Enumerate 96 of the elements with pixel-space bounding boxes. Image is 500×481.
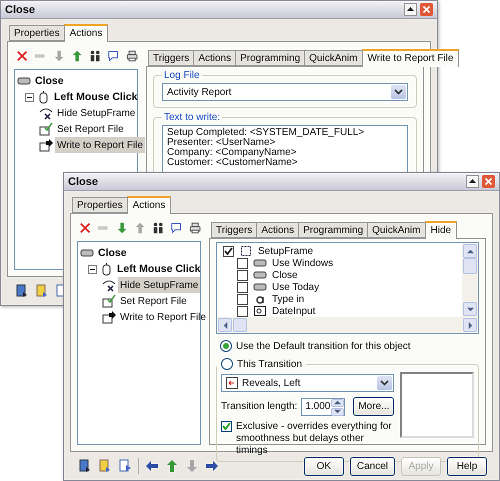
checkbox[interactable] [237,258,248,268]
checkbox[interactable] [223,246,234,256]
scrollbar-thumb[interactable] [463,258,477,274]
help-button[interactable] [466,175,479,188]
scroll-left-icon[interactable] [222,322,228,328]
tab[interactable]: Properties [9,25,65,41]
collapse-toggle[interactable] [88,264,97,274]
list-item[interactable]: DateInput [272,306,316,316]
tree-item[interactable]: Close [96,245,129,261]
radio-label[interactable]: This Transition [237,358,302,370]
vertical-scrollbar[interactable] [462,243,478,317]
tree-item[interactable]: Set Report File [55,121,126,137]
document-icon[interactable] [15,284,29,298]
dialog-button[interactable]: Help [447,456,487,476]
tree-item[interactable]: Hide SetupFrame [55,105,138,121]
checkbox[interactable] [237,282,248,292]
scroll-down-icon[interactable] [466,306,474,312]
page-arrow-icon [102,310,116,324]
tab[interactable]: Triggers [211,222,258,238]
delete-icon[interactable] [16,49,28,63]
field-label: Transition length: [221,401,298,412]
tab[interactable]: Write to Report File [362,49,460,67]
left-arrow-icon[interactable] [145,459,159,473]
list-item[interactable]: Use Today [272,282,320,292]
checkbox[interactable] [237,294,248,304]
more-button[interactable]: More... [353,397,394,416]
radio-label[interactable]: Use the Default transition for this object [236,340,411,352]
speech-bubble-icon[interactable] [170,221,183,235]
transition-icon [226,377,238,389]
tab[interactable]: QuickAnim [304,50,362,66]
document-icon[interactable] [78,459,92,473]
tab[interactable]: Actions [193,50,236,66]
help-button[interactable] [404,3,417,16]
page-arrow-icon [39,138,53,152]
input-object-icon [253,305,267,317]
group-label: Text to write: [163,112,222,123]
frame-icon [239,245,253,257]
scrollbar-thumb[interactable] [233,318,247,332]
group-label: Log File [163,70,201,81]
people-icon[interactable] [152,221,164,235]
horizontal-scrollbar[interactable] [217,317,478,333]
tab[interactable]: Actions [256,222,300,238]
hide-icon [39,106,53,120]
tab[interactable]: Actions [126,196,172,214]
button-object-icon [253,269,267,281]
dialog-button[interactable]: OK [304,456,344,476]
page-check-icon [102,294,116,308]
list-item[interactable]: Use Windows [272,258,334,268]
tree-item[interactable]: Write to Report File [55,137,145,153]
tree-item[interactable]: Left Mouse Click [52,89,140,105]
radio-button[interactable] [220,340,232,352]
tab[interactable]: Hide [424,221,458,239]
close-button[interactable] [420,3,433,16]
checkbox[interactable] [237,306,248,316]
window-title: Close [5,4,35,16]
up-arrow-icon[interactable] [70,49,84,63]
tree-item[interactable]: Close [33,73,66,89]
dialog-button[interactable]: Cancel [350,456,395,476]
checkbox-label[interactable]: Exclusive - overrides everything for smoothness but delays other timings [236,421,394,457]
tree-item[interactable]: Write to Report File [118,309,208,325]
up-arrow-icon[interactable] [165,459,179,473]
delete-icon[interactable] [79,221,92,235]
list-item[interactable]: Close [272,270,298,280]
tree-item[interactable]: Set Report File [118,293,189,309]
list-item[interactable]: Type in [272,294,304,304]
hide-icon [102,278,116,292]
checkbox[interactable] [237,270,248,280]
speech-bubble-icon[interactable] [107,49,120,63]
close-button[interactable] [482,175,495,188]
length-field[interactable]: 1.000 [301,398,346,416]
window-title: Close [68,176,98,188]
button-object-icon [253,281,267,293]
tree-item[interactable]: Hide SetupFrame [118,277,200,293]
radio-button[interactable] [221,358,233,370]
log-file-dropdown[interactable]: Activity Report [162,83,408,101]
tab[interactable]: Programming [298,222,368,238]
down-arrow-icon[interactable] [116,221,128,235]
document-icon[interactable] [118,459,132,473]
button-object-icon [253,257,267,269]
people-icon[interactable] [89,49,102,63]
tab[interactable]: Actions [64,24,108,42]
page-check-icon [39,122,53,136]
scroll-right-icon[interactable] [466,322,474,328]
collapse-toggle[interactable] [25,92,34,102]
list-item[interactable]: SetupFrame [258,246,314,256]
printer-icon[interactable] [126,49,138,63]
printer-icon[interactable] [188,221,201,235]
tab[interactable]: Programming [235,50,306,66]
checkbox[interactable] [221,421,232,432]
scroll-up-icon[interactable] [466,248,474,254]
tab[interactable]: Triggers [148,50,194,66]
tab[interactable]: Properties [72,197,128,213]
tab[interactable]: QuickAnim [367,222,426,238]
transition-dropdown[interactable]: Reveals, Left [221,374,394,392]
tree-item[interactable]: Left Mouse Click [115,261,202,277]
right-arrow-icon[interactable] [205,459,219,473]
